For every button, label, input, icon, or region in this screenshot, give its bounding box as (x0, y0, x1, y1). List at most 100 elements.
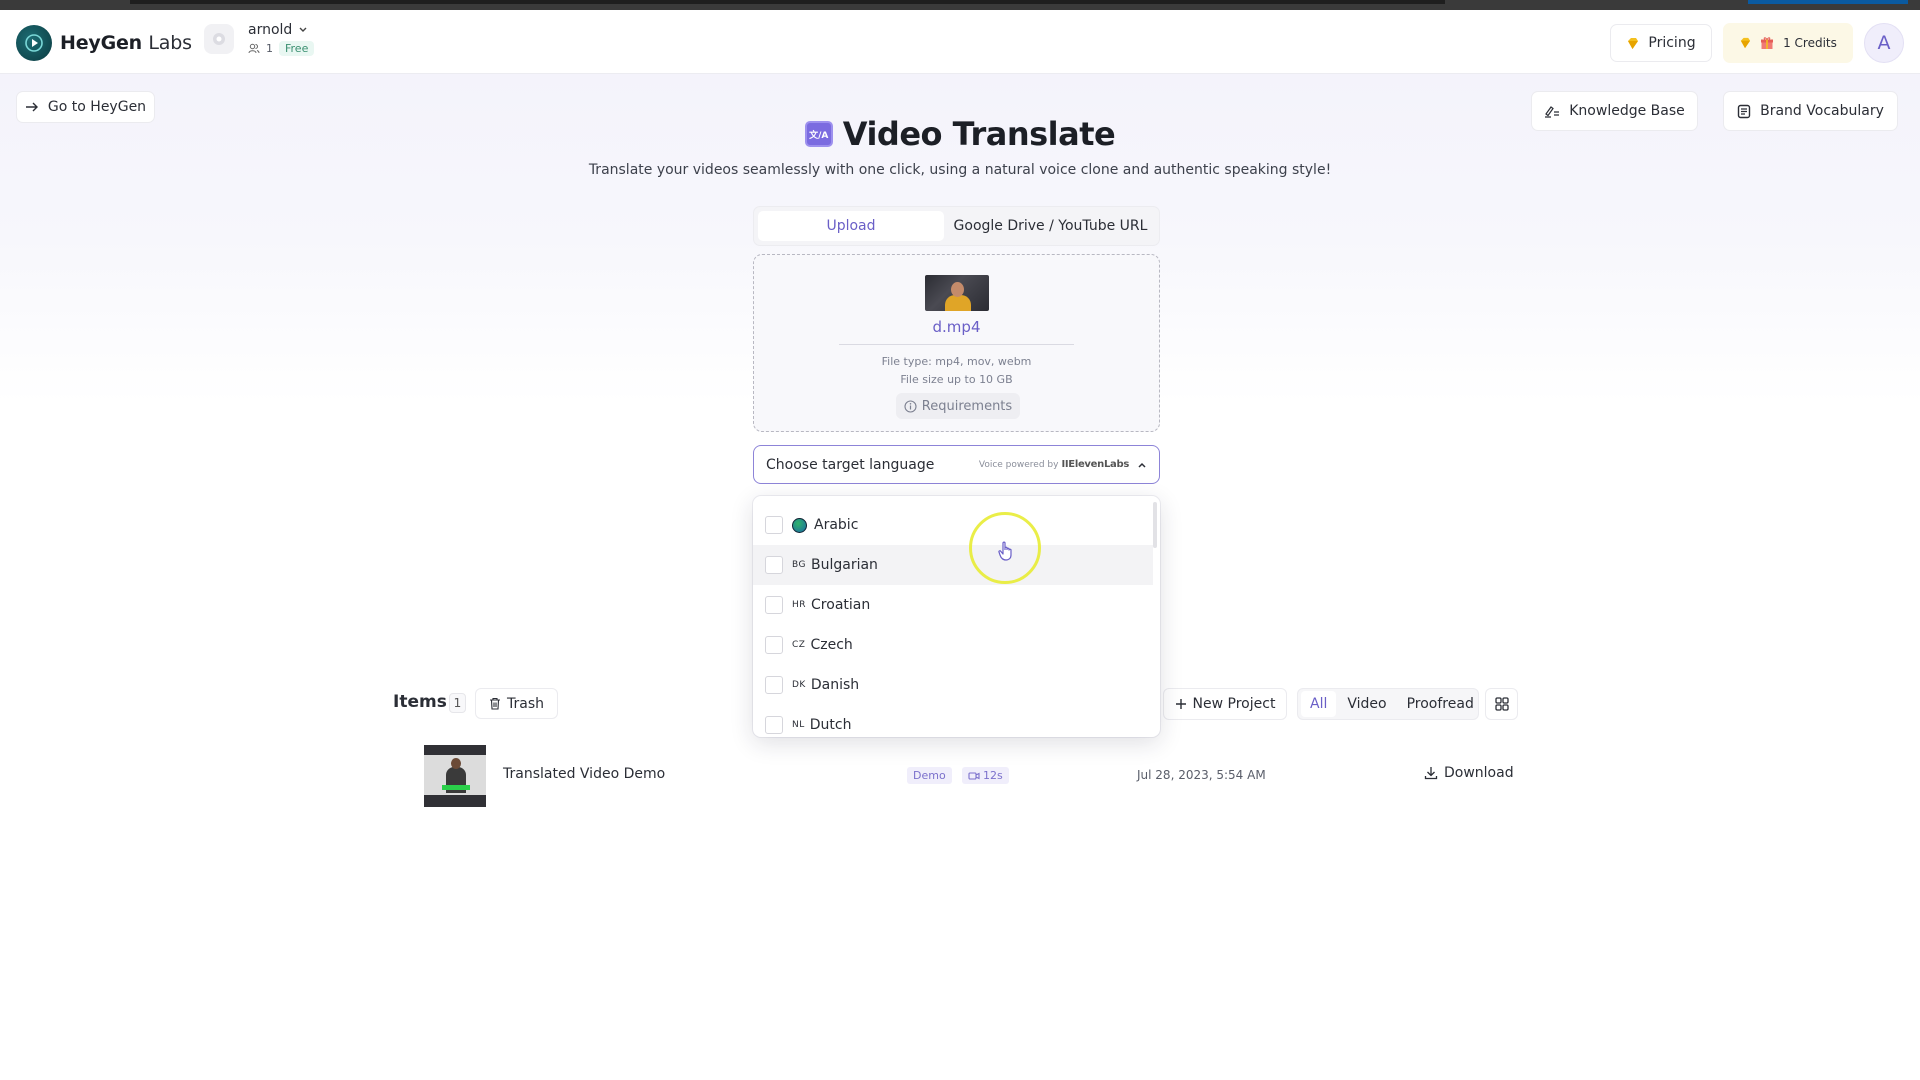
language-checkbox[interactable] (765, 636, 783, 654)
grid-icon (1494, 697, 1509, 711)
credits-label: 1 Credits (1783, 36, 1837, 50)
video-camera-icon (968, 771, 980, 780)
requirements-label: Requirements (921, 398, 1013, 414)
language-option[interactable]: CZ Czech (753, 625, 1153, 665)
language-option[interactable]: NL Dutch (753, 705, 1153, 737)
language-label: Croatian (811, 597, 871, 613)
workspace-avatar-icon (204, 24, 234, 54)
file-types-text: File type: mp4, mov, webm (881, 355, 1032, 368)
items-count: 1 (449, 693, 466, 713)
language-label: Arabic (814, 517, 859, 533)
plan-badge: Free (279, 41, 315, 56)
demo-badge: Demo (907, 767, 952, 784)
language-checkbox[interactable] (765, 556, 783, 574)
diamond-icon (1740, 37, 1751, 49)
item-filters: All Video Proofread (1297, 688, 1479, 720)
language-code: DK (792, 680, 806, 690)
grid-view-button[interactable] (1485, 688, 1518, 720)
download-icon (1424, 767, 1438, 780)
voice-powered-by: Voice powered by IIElevenLabs (979, 459, 1129, 470)
language-option[interactable]: BG Bulgarian (753, 545, 1153, 585)
chevron-up-icon (1138, 462, 1146, 468)
tab-upload[interactable]: Upload (758, 211, 944, 241)
gift-icon (1761, 37, 1774, 49)
workspace-switcher[interactable]: arnold 1 Free (204, 22, 315, 56)
elevenlabs-logo: IIElevenLabs (1061, 459, 1129, 470)
language-label: Bulgarian (811, 557, 878, 573)
video-date: Jul 28, 2023, 5:54 AM (1137, 768, 1266, 782)
video-thumbnail (424, 745, 486, 807)
new-project-button[interactable]: New Project (1163, 688, 1287, 720)
language-code: NL (792, 720, 805, 730)
uploaded-video-thumbnail (925, 275, 989, 311)
language-checkbox[interactable] (765, 516, 783, 534)
globe-icon (792, 517, 807, 533)
filter-video[interactable]: Video (1338, 691, 1395, 717)
credits-button[interactable]: 1 Credits (1723, 23, 1853, 63)
heygen-logo-icon (16, 25, 52, 61)
translate-icon: 文/A (804, 121, 833, 147)
trash-label: Trash (507, 695, 544, 712)
dropzone-divider (839, 344, 1074, 345)
new-project-label: New Project (1192, 696, 1276, 712)
browser-top-strip (0, 0, 1920, 10)
pricing-label: Pricing (1648, 35, 1696, 51)
language-checkbox[interactable] (765, 676, 783, 694)
items-title: Items (393, 692, 447, 712)
download-button[interactable]: Download (1424, 765, 1514, 781)
plus-icon (1175, 699, 1186, 709)
duration-text: 12s (983, 769, 1003, 782)
language-code: BG (792, 560, 806, 570)
target-language-select[interactable]: Choose target language Voice powered by … (753, 445, 1160, 484)
user-avatar[interactable]: A (1864, 23, 1904, 63)
powered-by-text: Voice powered by (978, 459, 1059, 470)
members-icon (248, 43, 260, 54)
language-code: CZ (792, 640, 806, 650)
workspace-meta: 1 Free (248, 41, 315, 56)
requirements-button[interactable]: Requirements (896, 393, 1020, 419)
workspace-members-count: 1 (266, 42, 273, 55)
video-name: Translated Video Demo (503, 766, 666, 782)
filter-all[interactable]: All (1301, 691, 1337, 717)
duration-badge: 12s (962, 767, 1009, 784)
strip-dark-segment (130, 0, 1445, 4)
strip-blue-segment (1748, 0, 1908, 4)
uploaded-file-name: d.mp4 (932, 318, 981, 336)
brand-main: HeyGen (60, 32, 142, 54)
language-option[interactable]: DK Danish (753, 665, 1153, 705)
language-dropdown: Arabic BG Bulgarian HR Croatian CZ Czech… (753, 496, 1160, 737)
file-info: File type: mp4, mov, webm File size up t… (754, 353, 1159, 389)
language-option[interactable]: Arabic (753, 505, 1153, 545)
trash-button[interactable]: Trash (475, 688, 558, 719)
filter-proofread[interactable]: Proofread (1398, 691, 1483, 717)
app-header: HeyGen Labs arnold 1 Free Pricing 1 Cred… (0, 10, 1920, 74)
language-label: Dutch (809, 717, 852, 733)
tab-google-drive-youtube-url[interactable]: Google Drive / YouTube URL (944, 211, 1157, 241)
brand-sub: Labs (148, 32, 192, 54)
info-icon (904, 399, 917, 413)
pricing-button[interactable]: Pricing (1610, 24, 1712, 62)
language-checkbox[interactable] (765, 596, 783, 614)
language-code: HR (792, 600, 807, 610)
workspace-name: arnold (248, 22, 293, 38)
download-label: Download (1444, 765, 1514, 781)
language-label: Czech (810, 637, 853, 653)
page-title-row: 文/A Video Translate (0, 115, 1920, 153)
list-item[interactable]: Translated Video Demo Demo 12s Jul 28, 2… (424, 745, 1524, 807)
language-option[interactable]: HR Croatian (753, 585, 1153, 625)
upload-dropzone[interactable]: d.mp4 File type: mp4, mov, webm File siz… (753, 254, 1160, 432)
workspace-name-row: arnold (248, 22, 314, 38)
language-label: Danish (810, 677, 860, 693)
dropdown-scrollbar[interactable] (1153, 502, 1157, 548)
arrow-right-icon (25, 102, 38, 112)
brand-name: HeyGen Labs (60, 32, 192, 54)
diamond-icon (1628, 37, 1639, 49)
file-size-text: File size up to 10 GB (900, 373, 1013, 386)
upload-source-tabs: Upload Google Drive / YouTube URL (753, 206, 1160, 246)
page-title: Video Translate (842, 115, 1116, 153)
logo[interactable]: HeyGen Labs (16, 25, 192, 61)
target-language-placeholder: Choose target language (766, 456, 935, 473)
go-to-heygen-label: Go to HeyGen (47, 99, 147, 115)
trash-icon (490, 697, 500, 710)
language-checkbox[interactable] (765, 716, 783, 734)
